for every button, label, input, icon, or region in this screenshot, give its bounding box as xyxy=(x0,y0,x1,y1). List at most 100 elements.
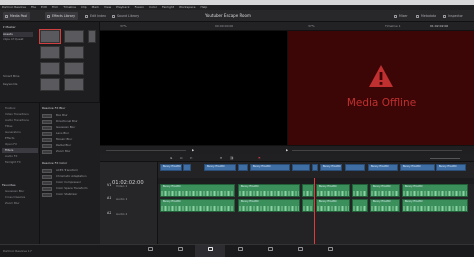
video-clip[interactable] xyxy=(238,164,248,171)
effects-tree-item[interactable]: Effects xyxy=(2,136,38,141)
favorite-item[interactable]: Cross Dissolve xyxy=(2,195,38,200)
video-clip[interactable]: Bunny Fill-Attd xyxy=(320,164,342,171)
source-zoom[interactable]: 37% xyxy=(120,24,127,28)
link-icon[interactable]: ⛓ xyxy=(230,156,234,160)
audio-clip[interactable]: Bunny Fill-Attd xyxy=(238,184,300,197)
track-header-a2[interactable]: A2 Audio 2 xyxy=(100,207,158,221)
effect-item[interactable]: Radial Blur xyxy=(42,143,98,148)
timeline-play-button[interactable]: ▶ xyxy=(286,148,288,152)
effect-item[interactable]: Color Space Transform xyxy=(42,186,98,191)
play-button[interactable]: ▶ xyxy=(192,148,194,152)
track-header-a1[interactable]: A1 Audio 1 xyxy=(100,192,158,206)
effects-tree-item[interactable]: Open FX xyxy=(2,142,38,147)
effects-tree-item[interactable]: Toolbox xyxy=(2,106,38,111)
snapping-icon[interactable]: ⊓ xyxy=(220,156,222,160)
playhead[interactable] xyxy=(314,178,315,244)
effect-item[interactable]: Color Stabilizer xyxy=(42,192,98,197)
trim-tool-icon[interactable]: ⇔ xyxy=(180,156,183,160)
page-tab-media[interactable]: Media xyxy=(135,245,165,257)
timeline-viewer[interactable]: Media Offline xyxy=(287,31,474,145)
video-clip[interactable]: Bunny Fill-Attd xyxy=(160,164,182,171)
audio-clip[interactable]: Bunny Fill-Attd xyxy=(402,184,468,197)
video-clip[interactable]: Bunny Fill-Attd xyxy=(436,164,466,171)
media-clip-thumbnail[interactable] xyxy=(64,46,84,59)
edit-index-button[interactable]: Edit Index xyxy=(83,12,109,20)
page-tab-fairlight[interactable]: Fairlight xyxy=(285,245,315,257)
keywords-bin[interactable]: Keywords xyxy=(3,82,33,87)
media-clip-thumbnail[interactable] xyxy=(40,62,60,75)
effect-item[interactable]: Box Blur xyxy=(42,113,98,118)
blade-tool-icon[interactable]: ✂ xyxy=(190,156,193,160)
media-clip-thumbnail[interactable] xyxy=(39,29,61,44)
effects-tree-item[interactable]: Filters xyxy=(2,148,38,153)
cut-page-icon xyxy=(177,246,183,251)
metadata-button[interactable]: Metadata xyxy=(414,12,439,20)
video-clip[interactable]: Bunny Fill-Attd xyxy=(204,164,236,171)
page-tab-cut[interactable]: Cut xyxy=(165,245,195,257)
effects-tree-item[interactable]: Video Transitions xyxy=(2,112,38,117)
effect-item[interactable]: Zoom Blur xyxy=(42,149,98,154)
media-clip-thumbnail[interactable] xyxy=(40,78,60,91)
video-clip[interactable] xyxy=(292,164,310,171)
source-scrubber[interactable] xyxy=(106,150,186,151)
audio-clip[interactable]: Bunny Fill-Attd xyxy=(370,199,400,212)
clip-label: Bunny Fill-Attd xyxy=(319,185,337,188)
flag-icon[interactable]: ⚑ xyxy=(258,156,261,160)
favorite-item[interactable]: Zoom Blur xyxy=(2,201,38,206)
effects-library-button[interactable]: Effects Library xyxy=(45,12,78,20)
audio-clip[interactable]: Bunny Fill-Attd xyxy=(402,199,468,212)
bin-folder-clips[interactable]: clips of Quest xyxy=(3,37,33,42)
timeline-scrubber[interactable] xyxy=(292,150,462,151)
page-tab-edit[interactable]: Edit xyxy=(195,245,225,257)
video-clip[interactable]: Bunny Fill-Attd xyxy=(368,164,398,171)
page-tab-fusion[interactable]: Fusion xyxy=(225,245,255,257)
clip-label: Bunny Fill-Attd xyxy=(405,185,423,188)
media-clip-thumbnail[interactable] xyxy=(64,78,84,91)
zoom-slider[interactable] xyxy=(430,157,460,159)
effect-item[interactable]: Lens Blur xyxy=(42,131,98,136)
effect-item[interactable]: Directional Blur xyxy=(42,119,98,124)
track-header-v1[interactable]: V1 Video 1 xyxy=(100,182,158,190)
video-clip[interactable]: Bunny Fill-Attd xyxy=(400,164,435,171)
effects-tree-item[interactable]: Audio Transitions xyxy=(2,118,38,123)
timeline-name[interactable]: Timeline 1 xyxy=(385,24,401,28)
audio-clip[interactable]: Bunny Fill-Attd xyxy=(238,199,300,212)
audio-clip[interactable]: Bunny Fill-Attd xyxy=(160,184,235,197)
timeline-zoom[interactable]: 37% xyxy=(308,24,315,28)
media-clip-thumbnail[interactable] xyxy=(40,46,60,59)
inspector-button[interactable]: Inspector xyxy=(441,12,466,20)
video-clip[interactable] xyxy=(183,164,191,171)
effect-item[interactable]: ACES Transform xyxy=(42,168,98,173)
effects-tree-item[interactable]: Audio FX xyxy=(2,154,38,159)
sound-library-button[interactable]: Sound Library xyxy=(110,12,142,20)
audio-clip[interactable]: Bunny Fill-Attd xyxy=(370,184,400,197)
effects-tree-item[interactable]: Fairlight FX xyxy=(2,160,38,165)
effects-tree-item[interactable]: Generators xyxy=(2,130,38,135)
effect-item[interactable]: Color Compressor xyxy=(42,180,98,185)
effect-item[interactable]: Gaussian Blur xyxy=(42,125,98,130)
media-pool-button[interactable]: Media Pool xyxy=(3,12,31,20)
video-clip[interactable] xyxy=(345,164,365,171)
audio-clip[interactable]: Bunny Fill-Attd xyxy=(316,184,350,197)
page-tab-deliver[interactable]: Deliver xyxy=(315,245,345,257)
favorite-item[interactable]: Gaussian Blur xyxy=(2,189,38,194)
effect-item[interactable]: Mosaic Blur xyxy=(42,137,98,142)
audio-clip[interactable] xyxy=(352,184,368,197)
page-tab-color[interactable]: Color xyxy=(255,245,285,257)
media-clip-thumbnail[interactable] xyxy=(88,30,96,43)
source-viewer[interactable] xyxy=(100,31,287,145)
audio-clip[interactable] xyxy=(302,199,314,212)
media-clip-thumbnail[interactable] xyxy=(64,30,84,43)
effect-item[interactable]: Chromatic Adaptation xyxy=(42,174,98,179)
audio-clip[interactable]: Bunny Fill-Attd xyxy=(160,199,235,212)
media-clip-thumbnail[interactable] xyxy=(64,62,84,75)
mixer-button[interactable]: Mixer xyxy=(392,12,411,20)
audio-clip[interactable] xyxy=(352,199,368,212)
video-clip[interactable] xyxy=(312,164,318,171)
smart-bins-header[interactable]: Smart Bins xyxy=(3,74,33,79)
effects-tree-item[interactable]: Titles xyxy=(2,124,38,129)
audio-clip[interactable] xyxy=(302,184,314,197)
selection-tool-icon[interactable]: ➤ xyxy=(170,156,173,160)
audio-clip[interactable]: Bunny Fill-Attd xyxy=(316,199,350,212)
video-clip[interactable]: Bunny Fill-Attd xyxy=(250,164,290,171)
